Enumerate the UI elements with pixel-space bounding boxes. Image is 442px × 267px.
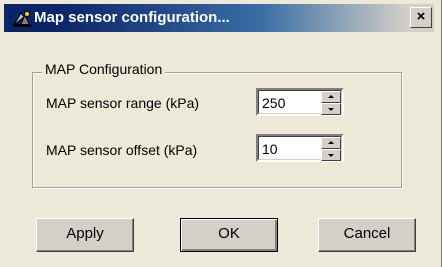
map-sensor-range-spinner	[256, 88, 344, 116]
spinner-frame	[258, 136, 342, 161]
ok-button[interactable]: OK	[180, 218, 278, 252]
map-sensor-offset-label: MAP sensor offset (kPa)	[46, 142, 198, 158]
spinner-frame	[258, 90, 342, 115]
window-title: Map sensor configuration...	[34, 9, 230, 26]
map-configuration-group	[32, 72, 402, 188]
apply-button[interactable]: Apply	[36, 218, 134, 252]
map-sensor-offset-input[interactable]	[262, 139, 318, 159]
map-sensor-range-input[interactable]	[262, 93, 318, 113]
spinner-buttons	[321, 91, 341, 115]
close-button[interactable]: ×	[410, 7, 432, 28]
offset-decrement-button[interactable]	[321, 149, 341, 161]
offset-increment-button[interactable]	[321, 137, 341, 149]
range-increment-button[interactable]	[321, 91, 341, 103]
spinner-buttons	[321, 137, 341, 161]
map-sensor-dialog: Map sensor configuration... × MAP Config…	[0, 0, 442, 267]
arrow-down-icon	[328, 154, 334, 157]
map-sensor-range-label: MAP sensor range (kPa)	[46, 95, 200, 111]
map-sensor-offset-spinner	[256, 134, 344, 162]
app-icon	[12, 9, 32, 29]
arrow-up-icon	[328, 141, 334, 144]
close-icon: ×	[416, 8, 426, 25]
title-bar[interactable]: Map sensor configuration... ×	[4, 4, 434, 32]
range-decrement-button[interactable]	[321, 103, 341, 115]
arrow-down-icon	[328, 108, 334, 111]
cancel-button[interactable]: Cancel	[318, 218, 416, 252]
arrow-up-icon	[328, 95, 334, 98]
group-legend: MAP Configuration	[42, 61, 166, 77]
